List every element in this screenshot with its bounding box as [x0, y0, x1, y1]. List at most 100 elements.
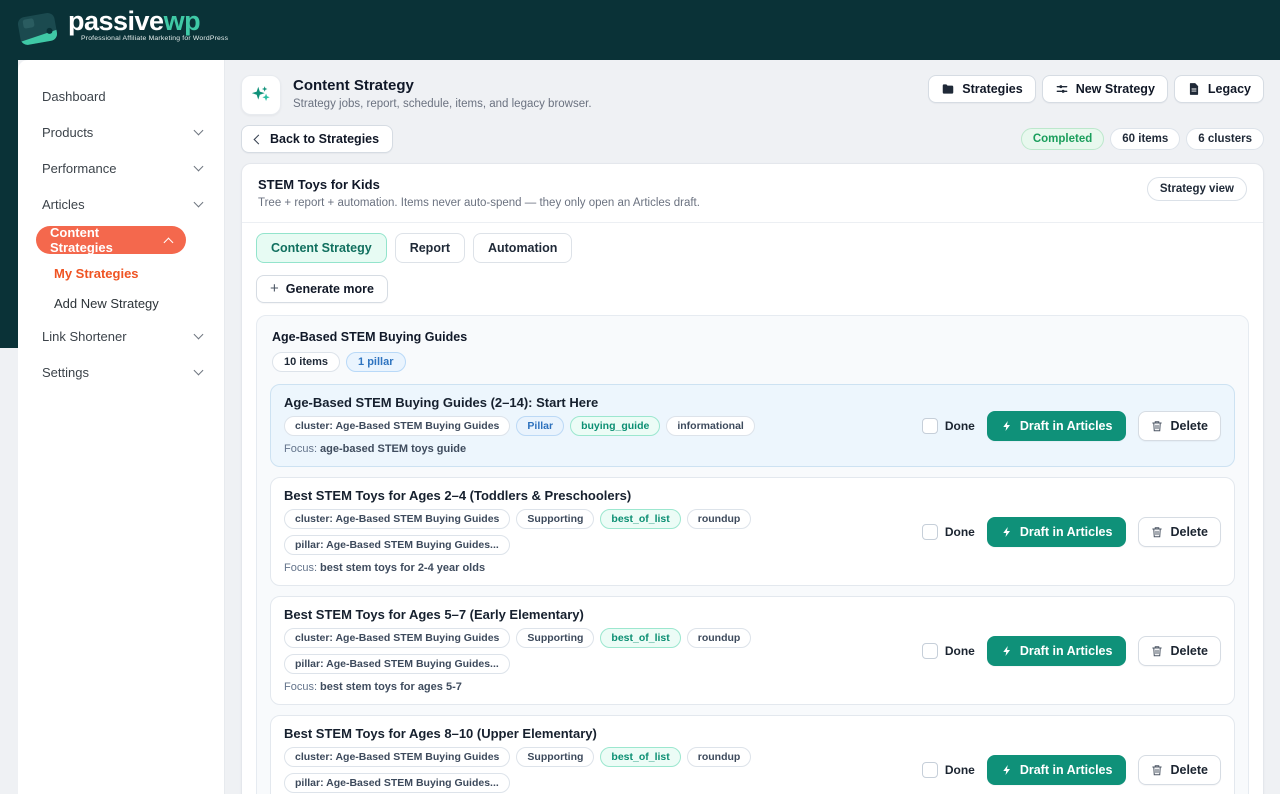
sidebar-item-label: Link Shortener — [42, 329, 127, 344]
item-title: Best STEM Toys for Ages 8–10 (Upper Elem… — [284, 726, 910, 741]
strategies-button-label: Strategies — [962, 82, 1022, 96]
done-label: Done — [945, 644, 975, 658]
done-checkbox[interactable] — [922, 643, 938, 659]
delete-button[interactable]: Delete — [1138, 517, 1221, 547]
item-tag: Supporting — [516, 747, 594, 767]
tab-automation[interactable]: Automation — [473, 233, 572, 263]
trash-icon — [1151, 420, 1163, 432]
sidebar-item-performance[interactable]: Performance — [18, 150, 224, 186]
item-tag: roundup — [687, 628, 752, 648]
sidebar-item-link-shortener[interactable]: Link Shortener — [18, 318, 224, 354]
lightning-bolt-icon — [1001, 645, 1013, 657]
strategy-subtitle: Tree + report + automation. Items never … — [258, 197, 700, 209]
price-tag-icon — [14, 8, 62, 52]
chevron-left-icon — [254, 134, 264, 144]
strategy-item-card: Age-Based STEM Buying Guides (2–14): Sta… — [270, 384, 1235, 467]
sidebar-item-label: Dashboard — [42, 89, 106, 104]
sidebar-subitem-my-strategies[interactable]: My Strategies — [18, 258, 224, 288]
delete-button[interactable]: Delete — [1138, 411, 1221, 441]
strategy-view-badge: Strategy view — [1147, 177, 1247, 201]
done-toggle[interactable]: Done — [922, 762, 975, 778]
chevron-down-icon — [194, 198, 204, 208]
strategy-title: STEM Toys for Kids — [258, 177, 700, 192]
chevron-down-icon — [194, 162, 204, 172]
trash-icon — [1151, 526, 1163, 538]
brand-tagline: Professional Affiliate Marketing for Wor… — [81, 36, 228, 43]
page-title: Content Strategy — [293, 77, 592, 94]
strategies-button[interactable]: Strategies — [928, 75, 1035, 103]
header-actions: Strategies New Strategy Legacy — [928, 75, 1264, 103]
draft-in-articles-button[interactable]: Draft in Articles — [987, 755, 1127, 785]
sidebar-item-label: Articles — [42, 197, 85, 212]
delete-label: Delete — [1170, 419, 1208, 433]
delete-button[interactable]: Delete — [1138, 636, 1221, 666]
item-tags: cluster: Age-Based STEM Buying GuidesSup… — [284, 628, 910, 674]
item-main: Best STEM Toys for Ages 8–10 (Upper Elem… — [284, 726, 910, 794]
sidebar-subitem-add-new-strategy[interactable]: Add New Strategy — [18, 288, 224, 318]
item-title: Best STEM Toys for Ages 5–7 (Early Eleme… — [284, 607, 910, 622]
new-strategy-button[interactable]: New Strategy — [1042, 75, 1168, 103]
lightning-bolt-icon — [1001, 764, 1013, 776]
draft-in-articles-button[interactable]: Draft in Articles — [987, 636, 1127, 666]
item-tags: cluster: Age-Based STEM Buying Guides Sup… — [284, 747, 910, 793]
item-tag: Supporting — [516, 628, 594, 648]
delete-button[interactable]: Delete — [1138, 755, 1221, 785]
done-label: Done — [945, 419, 975, 433]
sidebar-item-products[interactable]: Products — [18, 114, 224, 150]
item-actions: Done Draft in Articles Delete — [922, 517, 1221, 547]
generate-more-button[interactable]: + Generate more — [256, 275, 388, 303]
done-checkbox[interactable] — [922, 418, 938, 434]
brand-logo: passivewp Professional Affiliate Marketi… — [14, 8, 228, 52]
item-tag: buying_guide — [570, 416, 660, 436]
sidebar-item-content-strategies[interactable]: Content Strategies — [36, 226, 186, 254]
draft-label: Draft in Articles — [1020, 644, 1113, 658]
chevron-down-icon — [194, 126, 204, 136]
trash-icon — [1151, 645, 1163, 657]
done-checkbox[interactable] — [922, 524, 938, 540]
sparkles-icon — [241, 75, 281, 115]
toolbar-row: Back to Strategies Completed 60 items 6 … — [241, 125, 1264, 153]
item-tag: best_of_list — [600, 509, 680, 529]
sliders-icon — [1055, 82, 1069, 96]
panel-header: STEM Toys for Kids Tree + report + autom… — [242, 164, 1263, 223]
item-focus: Focus:best stem toys for 2-4 year olds — [284, 562, 910, 575]
page-header: Content Strategy Strategy jobs, report, … — [241, 75, 1264, 115]
done-checkbox[interactable] — [922, 762, 938, 778]
done-toggle[interactable]: Done — [922, 524, 975, 540]
done-toggle[interactable]: Done — [922, 418, 975, 434]
sidebar-item-label: Performance — [42, 161, 116, 176]
item-tag: pillar: Age-Based STEM Buying Guides... — [284, 773, 510, 793]
strategy-item-card: Best STEM Toys for Ages 8–10 (Upper Elem… — [270, 715, 1235, 794]
legacy-button-label: Legacy — [1208, 82, 1251, 96]
generate-row: + Generate more — [242, 263, 1263, 315]
draft-in-articles-button[interactable]: Draft in Articles — [987, 411, 1127, 441]
tab-report[interactable]: Report — [395, 233, 465, 263]
strategy-item-card: Best STEM Toys for Ages 5–7 (Early Eleme… — [270, 596, 1235, 705]
item-tag: pillar: Age-Based STEM Buying Guides... — [284, 654, 510, 674]
done-toggle[interactable]: Done — [922, 643, 975, 659]
new-strategy-button-label: New Strategy — [1076, 82, 1155, 96]
lightning-bolt-icon — [1001, 526, 1013, 538]
draft-in-articles-button[interactable]: Draft in Articles — [987, 517, 1127, 547]
completed-badge: Completed — [1021, 128, 1104, 150]
sidebar-item-label: Products — [42, 125, 93, 140]
sidebar-item-settings[interactable]: Settings — [18, 354, 224, 390]
cluster-section: Age-Based STEM Buying Guides 10 items 1 … — [256, 315, 1249, 794]
sidebar-item-dashboard[interactable]: Dashboard — [18, 78, 224, 114]
done-label: Done — [945, 525, 975, 539]
back-to-strategies-button[interactable]: Back to Strategies — [241, 125, 393, 153]
delete-label: Delete — [1170, 763, 1208, 777]
legacy-button[interactable]: Legacy — [1174, 75, 1264, 103]
brand-name: passivewp — [68, 6, 200, 36]
sidebar-item-label: Content Strategies — [50, 225, 165, 255]
sidebar-item-label: Settings — [42, 365, 89, 380]
chevron-up-icon — [164, 237, 174, 247]
draft-label: Draft in Articles — [1020, 525, 1113, 539]
sidebar-item-articles[interactable]: Articles — [18, 186, 224, 222]
chevron-down-icon — [194, 330, 204, 340]
item-tag: cluster: Age-Based STEM Buying Guides — [284, 747, 510, 767]
tab-content-strategy[interactable]: Content Strategy — [256, 233, 387, 263]
left-accent-strip — [0, 60, 18, 348]
item-tag: Supporting — [516, 509, 594, 529]
focus-label: Focus: — [284, 443, 317, 455]
